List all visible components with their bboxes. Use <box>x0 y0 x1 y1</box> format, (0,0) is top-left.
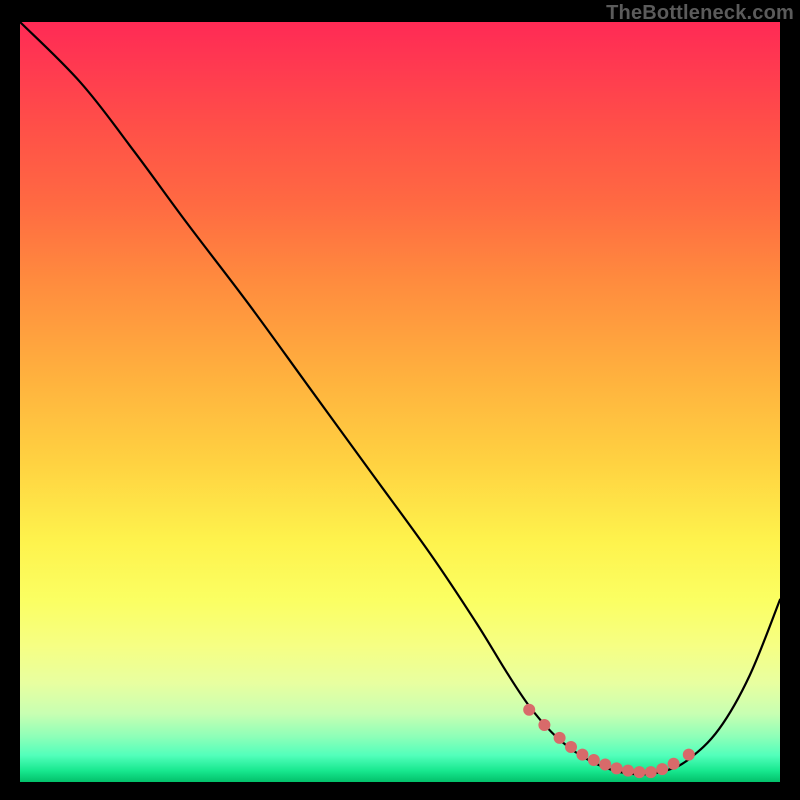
marker-point <box>622 765 634 777</box>
marker-point <box>538 719 550 731</box>
marker-point <box>683 749 695 761</box>
marker-point <box>611 762 623 774</box>
marker-point <box>668 758 680 770</box>
chart-svg <box>20 22 780 782</box>
chart-container: TheBottleneck.com <box>0 0 800 800</box>
marker-point <box>599 759 611 771</box>
marker-group <box>523 704 695 778</box>
marker-point <box>656 763 668 775</box>
plot-area <box>20 22 780 782</box>
bottleneck-curve <box>20 22 780 774</box>
watermark-text: TheBottleneck.com <box>606 2 794 25</box>
marker-point <box>523 704 535 716</box>
marker-point <box>576 749 588 761</box>
marker-point <box>645 766 657 778</box>
marker-point <box>565 741 577 753</box>
marker-point <box>554 732 566 744</box>
marker-point <box>633 766 645 778</box>
marker-point <box>588 754 600 766</box>
